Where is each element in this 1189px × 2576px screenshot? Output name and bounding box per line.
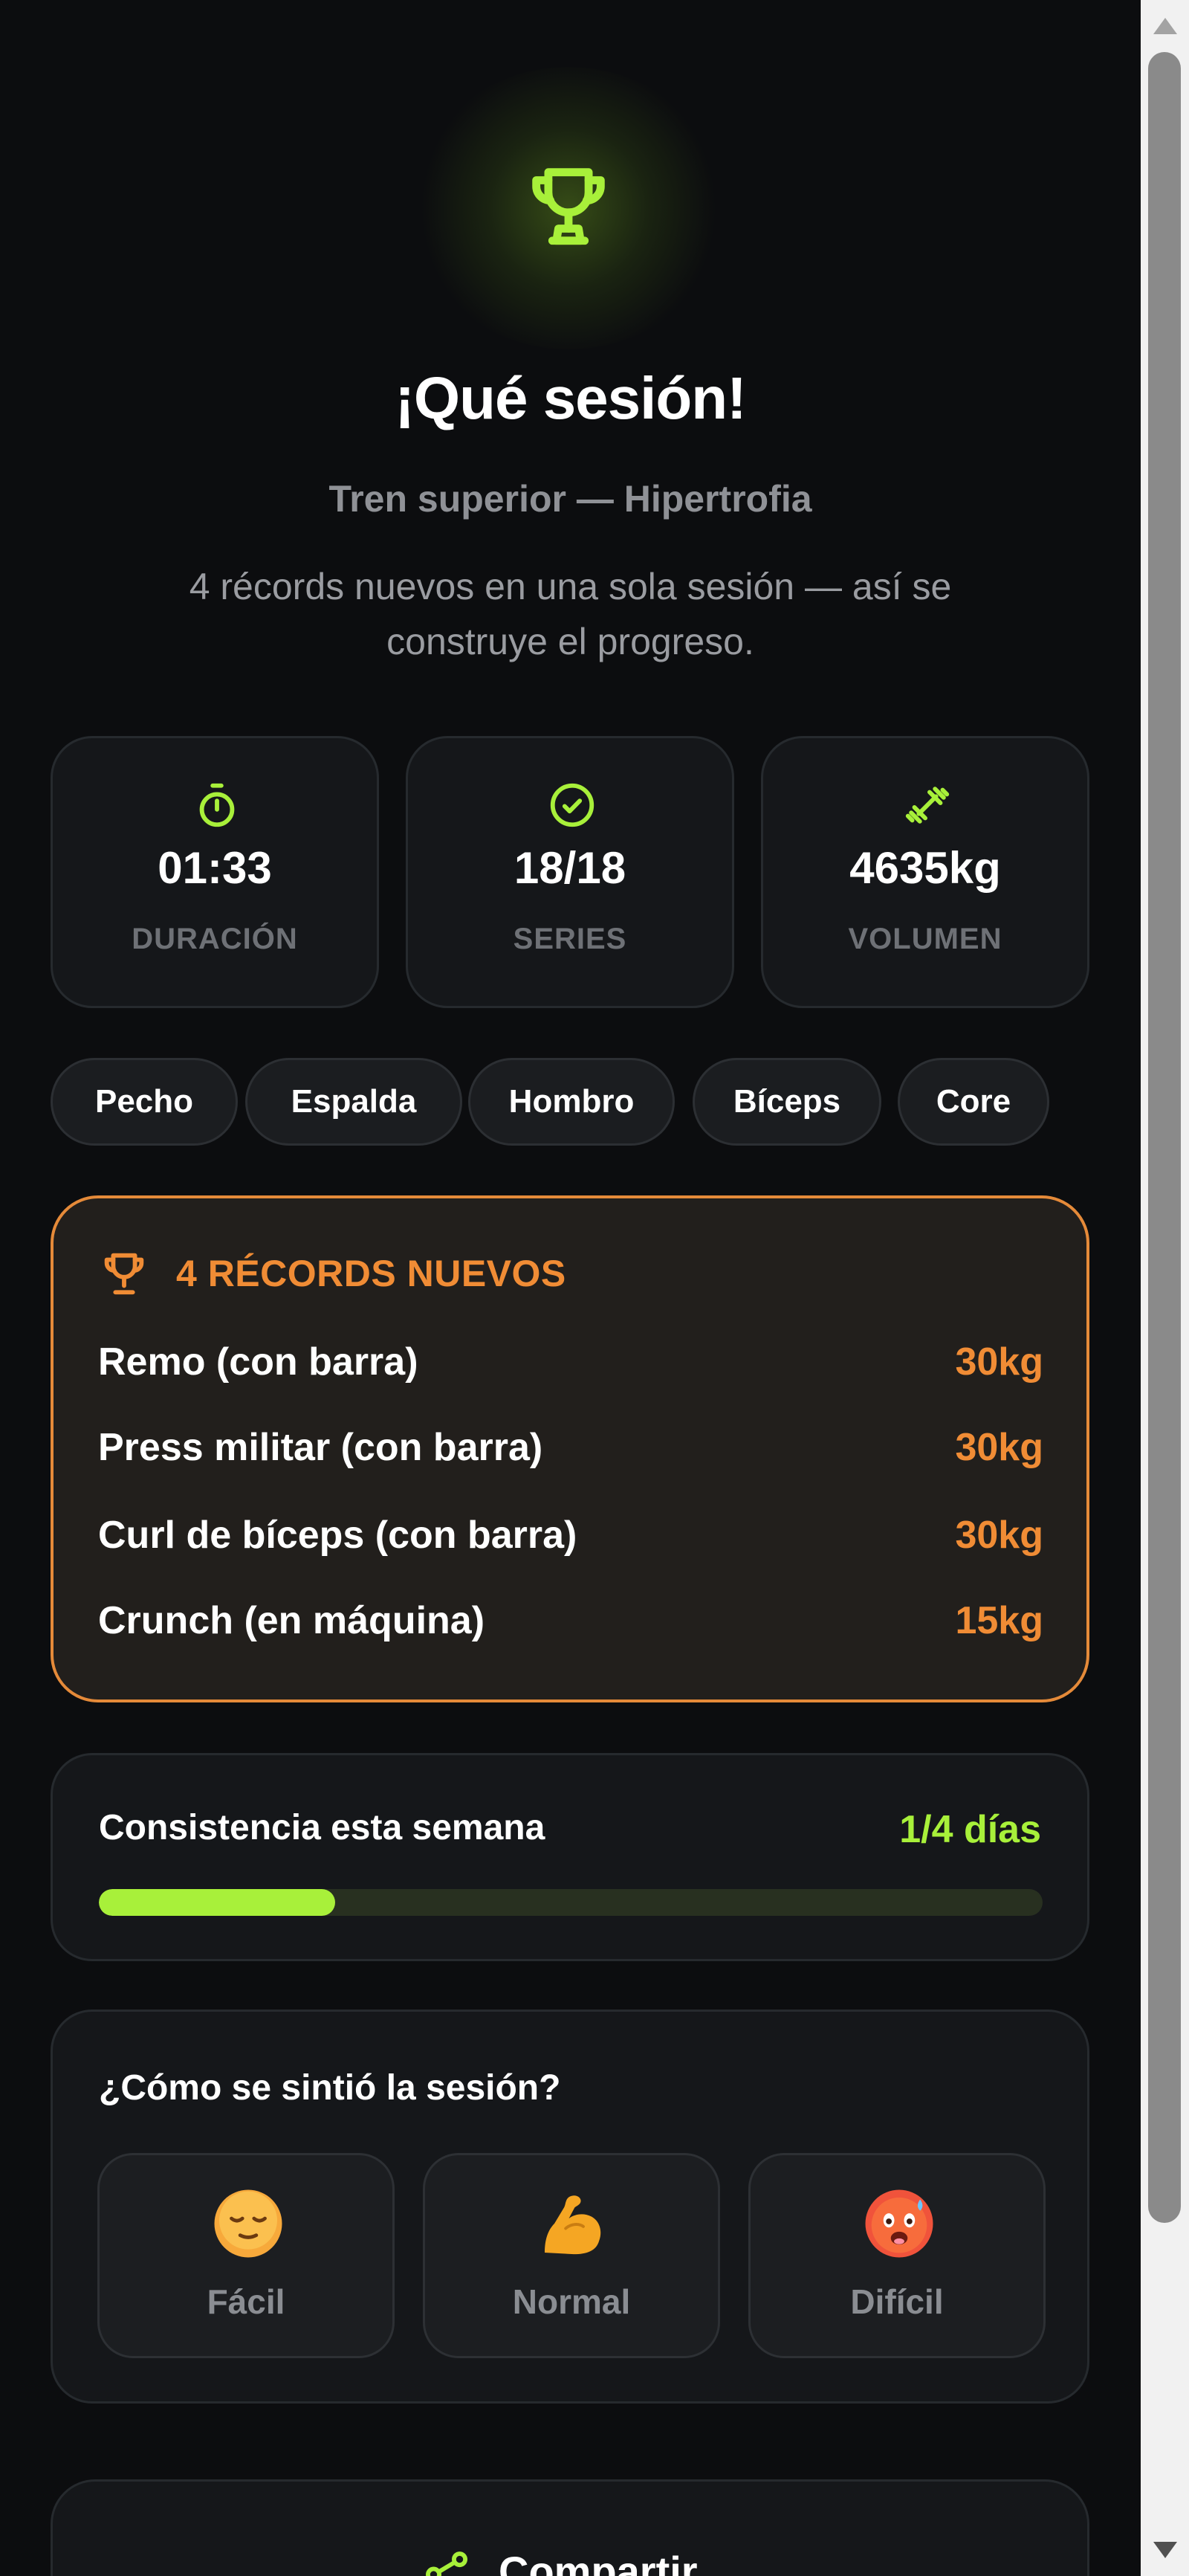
- record-weight: 30kg: [955, 1514, 1043, 1557]
- vertical-scrollbar[interactable]: [1141, 0, 1189, 2576]
- stat-card-duration: 01:33 DURACIÓN: [51, 736, 379, 1008]
- consistency-progress-fill: [99, 1889, 335, 1916]
- record-exercise: Remo (con barra): [98, 1340, 418, 1384]
- record-row: Crunch (en máquina) 15kg: [98, 1598, 1043, 1650]
- relieved-face-icon: [214, 2189, 282, 2258]
- consistency-label: Consistencia esta semana: [99, 1808, 545, 1847]
- record-exercise: Press militar (con barra): [98, 1426, 543, 1469]
- record-weight: 30kg: [955, 1340, 1043, 1384]
- record-exercise: Crunch (en máquina): [98, 1599, 485, 1642]
- record-weight: 30kg: [955, 1426, 1043, 1469]
- hot-face-icon: [865, 2189, 933, 2258]
- share-icon: [426, 2551, 467, 2576]
- records-title: 4 RÉCORDS NUEVOS: [176, 1253, 566, 1294]
- workout-name: Tren superior — Hipertrofia: [328, 478, 812, 520]
- consistency-progress-track: [99, 1889, 1043, 1916]
- muscle-chip-hombro: Hombro: [468, 1058, 675, 1146]
- feeling-option-normal[interactable]: Normal: [423, 2153, 720, 2358]
- page-title: ¡Qué sesión!: [395, 365, 747, 431]
- stat-label: DURACIÓN: [132, 923, 298, 955]
- share-button[interactable]: Compartir: [51, 2479, 1089, 2576]
- workout-summary-screen: ¡Qué sesión! Tren superior — Hipertrofia…: [0, 0, 1141, 2576]
- stat-card-series: 18/18 SERIES: [406, 736, 734, 1008]
- muscle-chip-pecho: Pecho: [51, 1058, 238, 1146]
- feeling-card: ¿Cómo se sintió la sesión? Fácil Normal: [51, 2010, 1089, 2404]
- record-row: Press militar (con barra) 30kg: [98, 1425, 1043, 1477]
- trophy-icon: [104, 1253, 144, 1295]
- stat-value: 4635kg: [849, 843, 1001, 893]
- feeling-option-dificil[interactable]: Difícil: [748, 2153, 1046, 2358]
- records-card: 4 RÉCORDS NUEVOS Remo (con barra) 30kg P…: [51, 1195, 1089, 1702]
- flexed-biceps-icon: [545, 2195, 601, 2255]
- feeling-option-label: Difícil: [850, 2282, 944, 2321]
- scroll-up-arrow[interactable]: [1141, 7, 1189, 45]
- record-row: Curl de bíceps (con barra) 30kg: [98, 1513, 1043, 1565]
- muscle-chip-biceps: Bíceps: [693, 1058, 881, 1146]
- consistency-card: Consistencia esta semana 1/4 días: [51, 1753, 1089, 1961]
- feeling-option-label: Fácil: [207, 2282, 285, 2321]
- stat-label: VOLUMEN: [848, 923, 1002, 955]
- feeling-question: ¿Cómo se sintió la sesión?: [99, 2068, 561, 2108]
- scroll-down-arrow[interactable]: [1141, 2531, 1189, 2569]
- scroll-thumb[interactable]: [1148, 52, 1181, 2223]
- consistency-value: 1/4 días: [899, 1808, 1041, 1851]
- muscle-chip-espalda: Espalda: [245, 1058, 462, 1146]
- check-circle-icon: [550, 783, 594, 827]
- record-weight: 15kg: [955, 1599, 1043, 1642]
- stat-value: 01:33: [158, 843, 272, 893]
- stat-label: SERIES: [513, 923, 627, 955]
- stat-value: 18/18: [513, 843, 626, 893]
- timer-icon: [199, 783, 235, 827]
- share-label: Compartir: [499, 2548, 698, 2576]
- dumbbell-icon: [905, 787, 950, 824]
- record-row: Remo (con barra) 30kg: [98, 1340, 1043, 1392]
- muscle-chip-core: Core: [898, 1058, 1049, 1146]
- stat-card-volume: 4635kg VOLUMEN: [761, 736, 1089, 1008]
- feeling-option-facil[interactable]: Fácil: [97, 2153, 395, 2358]
- motivation-message: 4 récords nuevos en una sola sesión — as…: [189, 566, 952, 662]
- trophy-icon: [532, 168, 605, 245]
- feeling-option-label: Normal: [512, 2282, 631, 2321]
- record-exercise: Curl de bíceps (con barra): [98, 1514, 577, 1557]
